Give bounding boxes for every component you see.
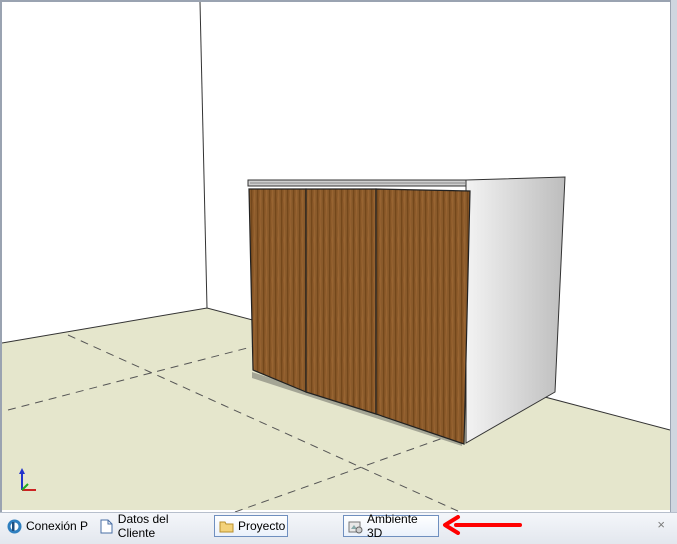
- close-icon[interactable]: ×: [657, 517, 665, 532]
- cabinet-door-middle: [305, 188, 377, 415]
- tab-label: Datos del Cliente: [117, 512, 169, 540]
- conexion-icon: [7, 519, 22, 534]
- tab-ambiente-3d[interactable]: Ambiente 3D: [343, 512, 439, 540]
- 3d-scene: [1, 1, 671, 512]
- tab-proyecto[interactable]: Proyecto: [214, 515, 288, 537]
- tab-label: Ambiente 3D: [367, 512, 418, 540]
- folder-icon: [219, 519, 234, 534]
- document-icon: [99, 519, 114, 534]
- cabinet-door-left: [248, 188, 307, 393]
- cabinet-door-right: [375, 188, 471, 445]
- tab-label: Proyecto: [238, 519, 286, 533]
- tab-label: Conexión P: [26, 519, 89, 533]
- tab-datos-del-cliente[interactable]: Datos del Cliente: [95, 512, 212, 540]
- ambiente-3d-icon: [348, 519, 363, 534]
- tab-conexion[interactable]: Conexión P: [3, 515, 93, 537]
- document-tab-bar: Conexión P Datos del Cliente Proyecto Am…: [0, 512, 677, 544]
- red-arrow-annotation: [443, 515, 522, 535]
- 3d-viewport[interactable]: [0, 0, 677, 512]
